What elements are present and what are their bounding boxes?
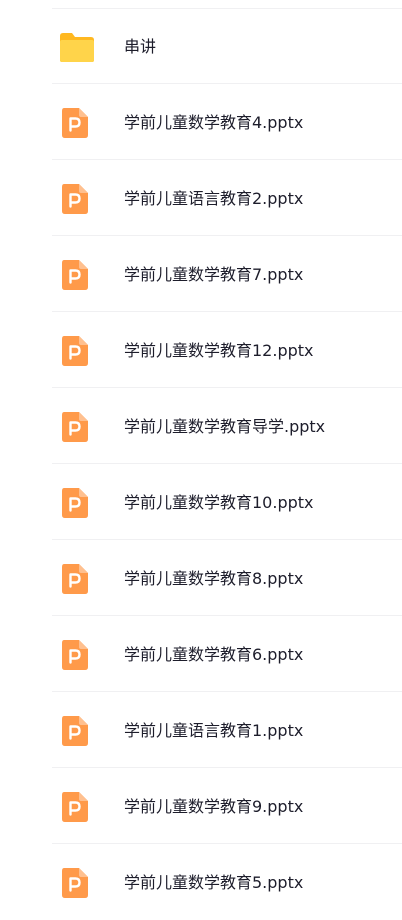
file-name: 学前儿童语言教育1.pptx <box>124 721 304 740</box>
list-item-file[interactable]: 学前儿童语言教育2.pptx <box>0 160 402 236</box>
list-item-file[interactable]: 学前儿童数学教育7.pptx <box>0 236 402 312</box>
ppt-file-icon <box>58 410 92 444</box>
file-name: 学前儿童数学教育8.pptx <box>124 569 304 588</box>
ppt-file-icon <box>58 182 92 216</box>
file-name: 学前儿童数学教育导学.pptx <box>124 417 326 436</box>
ppt-file-icon <box>58 866 92 900</box>
ppt-file-icon <box>58 790 92 824</box>
list-item-file[interactable]: 学前儿童数学教育10.pptx <box>0 464 402 540</box>
list-item-folder[interactable]: 串讲 <box>0 8 402 84</box>
ppt-file-icon <box>58 638 92 672</box>
file-name: 学前儿童数学教育12.pptx <box>124 341 314 360</box>
file-name: 学前儿童数学教育7.pptx <box>124 265 304 284</box>
file-name: 学前儿童语言教育2.pptx <box>124 189 304 208</box>
ppt-file-icon <box>58 258 92 292</box>
folder-icon <box>58 30 94 64</box>
file-name: 学前儿童数学教育4.pptx <box>124 113 304 132</box>
file-name: 学前儿童数学教育10.pptx <box>124 493 314 512</box>
list-item-file[interactable]: 学前儿童数学教育6.pptx <box>0 616 402 692</box>
ppt-file-icon <box>58 714 92 748</box>
ppt-file-icon <box>58 106 92 140</box>
file-name: 串讲 <box>124 37 157 56</box>
list-item-file[interactable]: 学前儿童数学教育4.pptx <box>0 84 402 160</box>
list-item-file[interactable]: 学前儿童数学教育导学.pptx <box>0 388 402 464</box>
file-name: 学前儿童数学教育9.pptx <box>124 797 304 816</box>
file-name: 学前儿童数学教育6.pptx <box>124 645 304 664</box>
ppt-file-icon <box>58 334 92 368</box>
ppt-file-icon <box>58 486 92 520</box>
list-item-file[interactable]: 学前儿童语言教育1.pptx <box>0 692 402 768</box>
ppt-file-icon <box>58 562 92 596</box>
file-name: 学前儿童数学教育5.pptx <box>124 873 304 892</box>
list-item-file[interactable]: 学前儿童数学教育9.pptx <box>0 768 402 844</box>
list-item-file[interactable]: 学前儿童数学教育12.pptx <box>0 312 402 388</box>
list-item-file[interactable]: 学前儿童数学教育8.pptx <box>0 540 402 616</box>
